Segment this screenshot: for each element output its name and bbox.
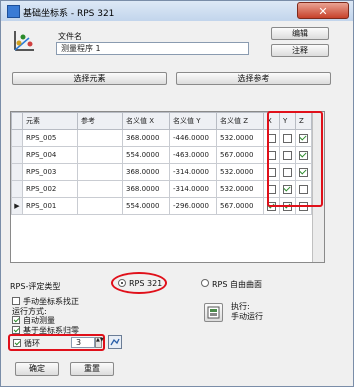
cell-reference[interactable] xyxy=(77,146,123,164)
run-icon xyxy=(207,306,220,319)
loop-settings-icon[interactable] xyxy=(108,335,122,349)
cell-reference[interactable] xyxy=(77,180,123,198)
select-reference-button[interactable]: 选择参考 xyxy=(176,72,331,85)
loop-label: 循环 xyxy=(24,339,40,348)
cell-nominal-x[interactable]: 554.0000 xyxy=(122,197,170,215)
auto-measure-checkbox[interactable] xyxy=(12,316,20,324)
cell-nominal-y[interactable]: -314.0000 xyxy=(169,163,217,181)
column-header-reference[interactable]: 参考 xyxy=(77,112,123,130)
dialog-window: 基础坐标系 - RPS 321 ✕ 文件名 测量程序 1 编辑 注释 选择元素 … xyxy=(0,0,354,387)
cell-nominal-x[interactable]: 554.0000 xyxy=(122,146,170,164)
row-header-corner xyxy=(11,112,23,130)
cell-nominal-y[interactable]: -314.0000 xyxy=(169,180,217,198)
rps-freeform-radio[interactable] xyxy=(201,279,209,287)
cell-nominal-z[interactable]: 567.0000 xyxy=(216,146,264,164)
rps321-label: RPS 321 xyxy=(129,279,163,288)
cell-nominal-z[interactable]: 532.0000 xyxy=(216,180,264,198)
cell-nominal-y[interactable]: -463.0000 xyxy=(169,146,217,164)
column-header-nominal-z[interactable]: 名义值 Z xyxy=(216,112,264,130)
cell-reference[interactable] xyxy=(77,129,123,147)
cell-reference[interactable] xyxy=(77,197,123,215)
row-marker[interactable]: ▶ xyxy=(11,197,23,215)
comment-button[interactable]: 注释 xyxy=(271,44,329,57)
rps-type-label: RPS-评定类型 xyxy=(10,282,61,291)
rps321-radio[interactable] xyxy=(118,279,126,287)
coordinate-system-icon xyxy=(14,31,34,51)
xyz-highlight-box xyxy=(267,111,323,207)
row-marker[interactable] xyxy=(11,180,23,198)
cell-element[interactable]: RPS_005 xyxy=(22,129,78,147)
cell-element[interactable]: RPS_003 xyxy=(22,163,78,181)
ok-button[interactable]: 确定 xyxy=(15,362,59,376)
cell-nominal-x[interactable]: 368.0000 xyxy=(122,129,170,147)
cell-element[interactable]: RPS_001 xyxy=(22,197,78,215)
based-on-checkbox[interactable] xyxy=(12,326,20,334)
row-marker[interactable] xyxy=(11,163,23,181)
rps-freeform-label: RPS 自由曲面 xyxy=(212,280,263,289)
file-name-label: 文件名 xyxy=(58,32,82,41)
select-element-button[interactable]: 选择元素 xyxy=(12,72,167,85)
edit-button[interactable]: 编辑 xyxy=(271,27,329,40)
file-name-input[interactable]: 测量程序 1 xyxy=(56,42,249,55)
cell-nominal-x[interactable]: 368.0000 xyxy=(122,163,170,181)
loop-count-input[interactable]: 3 xyxy=(71,337,95,348)
loop-checkbox[interactable] xyxy=(13,339,21,347)
execute-mode-label: 手动运行 xyxy=(231,312,263,321)
cell-element[interactable]: RPS_004 xyxy=(22,146,78,164)
column-header-nominal-y[interactable]: 名义值 Y xyxy=(169,112,217,130)
cell-reference[interactable] xyxy=(77,163,123,181)
cell-nominal-z[interactable]: 567.0000 xyxy=(216,197,264,215)
cell-nominal-z[interactable]: 532.0000 xyxy=(216,129,264,147)
row-marker[interactable] xyxy=(11,129,23,147)
cell-nominal-y[interactable]: -296.0000 xyxy=(169,197,217,215)
manual-align-checkbox[interactable] xyxy=(12,297,20,305)
execute-run-button[interactable] xyxy=(204,303,223,322)
window-title: 基础坐标系 - RPS 321 xyxy=(23,9,115,19)
reset-button[interactable]: 重置 xyxy=(70,362,114,376)
column-header-nominal-x[interactable]: 名义值 X xyxy=(122,112,170,130)
loop-count-spinner[interactable]: ▲▼ xyxy=(95,337,104,348)
close-button[interactable]: ✕ xyxy=(297,2,349,19)
cell-element[interactable]: RPS_002 xyxy=(22,180,78,198)
column-header-element[interactable]: 元素 xyxy=(22,112,78,130)
row-marker[interactable] xyxy=(11,146,23,164)
title-bar: 基础坐标系 - RPS 321 ✕ xyxy=(1,1,353,21)
cell-nominal-x[interactable]: 368.0000 xyxy=(122,180,170,198)
app-icon xyxy=(7,5,20,18)
cell-nominal-y[interactable]: -446.0000 xyxy=(169,129,217,147)
cell-nominal-z[interactable]: 532.0000 xyxy=(216,163,264,181)
